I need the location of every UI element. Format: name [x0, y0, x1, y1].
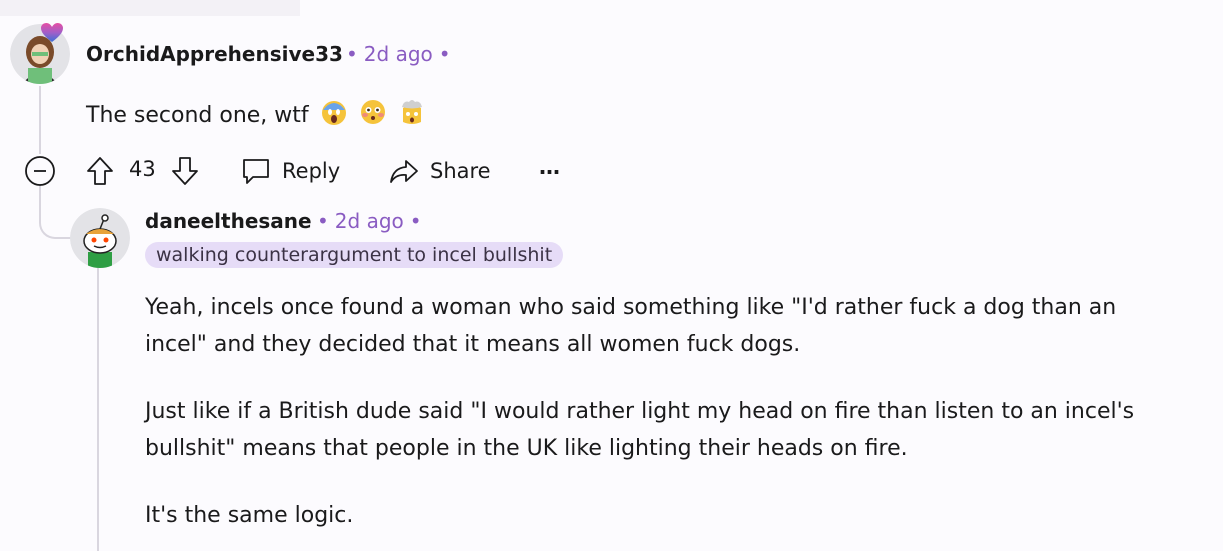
downvote-button[interactable]	[171, 155, 199, 187]
vote-count-value: 43	[129, 157, 156, 181]
thread-line[interactable]	[97, 266, 99, 551]
comment-body: The second one, wtf	[86, 97, 426, 134]
separator-dot: •	[409, 209, 422, 233]
comment-paragraph: It's the same logic.	[145, 503, 354, 528]
comment-username[interactable]: OrchidApprehensive33	[86, 42, 343, 66]
flushed-face-emoji	[360, 100, 385, 124]
separator-dot: •	[346, 42, 358, 66]
reply-label: Reply	[282, 159, 341, 183]
separator-dot: •	[438, 42, 451, 66]
fearful-scream-emoji	[321, 101, 346, 125]
downvote-arrow-icon	[172, 157, 198, 185]
exploding-head-emoji	[401, 100, 422, 124]
share-arrow-icon	[390, 160, 418, 183]
comment-timestamp: • 2d ago •	[311, 209, 428, 233]
timestamp: 2d ago	[363, 42, 433, 66]
minus-circle-icon	[25, 156, 55, 186]
comment-username[interactable]: daneelthesane	[145, 209, 312, 233]
avatar[interactable]	[70, 208, 130, 268]
vote-count: 43	[129, 157, 156, 181]
previous-content-edge	[0, 0, 300, 16]
upvote-arrow-icon	[87, 157, 113, 185]
comment-paragraph: Yeah, incels once found a woman who said…	[145, 295, 1117, 357]
share-button[interactable]: Share	[388, 155, 491, 187]
thread-connector	[39, 185, 73, 239]
comment-text: The second one, wtf	[86, 103, 309, 128]
speech-bubble-icon	[243, 159, 269, 184]
heart-icon	[41, 23, 63, 42]
timestamp: 2d ago	[334, 209, 404, 233]
more-options-icon: …	[539, 155, 560, 179]
share-label: Share	[430, 159, 491, 183]
reply-button[interactable]: Reply	[240, 155, 340, 187]
comment-body: Yeah, incels once found a woman who said…	[145, 289, 1185, 534]
thread-line[interactable]	[39, 86, 41, 154]
upvote-button[interactable]	[86, 155, 114, 187]
more-options-button[interactable]: …	[539, 155, 560, 179]
separator-dot: •	[317, 209, 329, 233]
comment-paragraph: Just like if a British dude said "I woul…	[145, 399, 1135, 461]
comment-timestamp: • 2d ago •	[340, 42, 457, 66]
user-flair: walking counterargument to incel bullshi…	[145, 242, 564, 268]
collapse-button[interactable]	[24, 155, 56, 187]
